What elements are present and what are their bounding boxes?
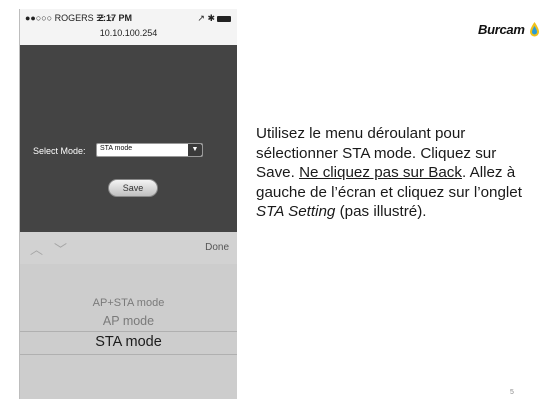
done-button[interactable]: Done: [205, 242, 229, 253]
save-button[interactable]: Save: [108, 179, 158, 197]
status-time: 2:17 PM: [98, 13, 133, 23]
picker-toolbar: ︿ ﹀ Done: [20, 232, 237, 264]
instruction-warning: Ne cliquez pas sur Back: [299, 164, 462, 181]
mode-select-value: STA mode: [100, 145, 133, 152]
picker-option-sta[interactable]: STA mode: [20, 334, 237, 350]
chevron-down-icon: ▼: [188, 144, 202, 156]
instruction-part: (pas illustré).: [335, 203, 427, 220]
select-mode-label: Select Mode:: [33, 146, 86, 156]
picker-option-ap-sta[interactable]: AP+STA mode: [20, 297, 237, 309]
picker-selection-line: [20, 331, 237, 332]
phone-screenshot: ●●○○○ ROGERS ☴ ☼ 2:17 PM ↗ ✱ 10.10.100.2…: [19, 9, 237, 399]
location-bluetooth-icons: ↗ ✱: [197, 13, 215, 23]
slide: ●●○○○ ROGERS ☴ ☼ 2:17 PM ↗ ✱ 10.10.100.2…: [0, 0, 547, 413]
picker-selection-line: [20, 354, 237, 355]
instructions-text: Utilisez le menu déroulant pour sélectio…: [256, 124, 538, 222]
mode-picker[interactable]: AP+STA mode AP mode STA mode: [20, 264, 237, 399]
status-icons: ↗ ✱: [197, 13, 231, 24]
page-number: 5: [510, 389, 514, 396]
status-bar: ●●○○○ ROGERS ☴ ☼ 2:17 PM ↗ ✱ 10.10.100.2…: [20, 9, 237, 45]
logo-text: Burcam: [478, 22, 525, 37]
battery-icon: [217, 15, 231, 22]
chevron-up-icon[interactable]: ︿: [30, 239, 43, 258]
chevron-down-icon[interactable]: ﹀: [54, 239, 67, 258]
picker-option-ap[interactable]: AP mode: [20, 314, 237, 328]
instruction-tab-name: STA Setting: [256, 203, 336, 220]
address-url[interactable]: 10.10.100.254: [20, 28, 237, 38]
water-drop-icon: [530, 22, 539, 37]
mode-select[interactable]: STA mode ▼: [96, 143, 203, 157]
web-view: Select Mode: STA mode ▼ Save: [20, 45, 237, 232]
burcam-logo: Burcam: [478, 21, 540, 39]
